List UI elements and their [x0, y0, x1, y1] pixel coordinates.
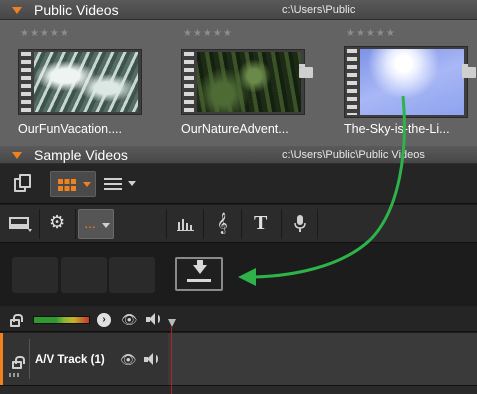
drag-arrow-overlay [238, 95, 406, 286]
library-and-timeline: Public Videos c:\Users\Public ★★★★★ OurF… [0, 0, 477, 394]
